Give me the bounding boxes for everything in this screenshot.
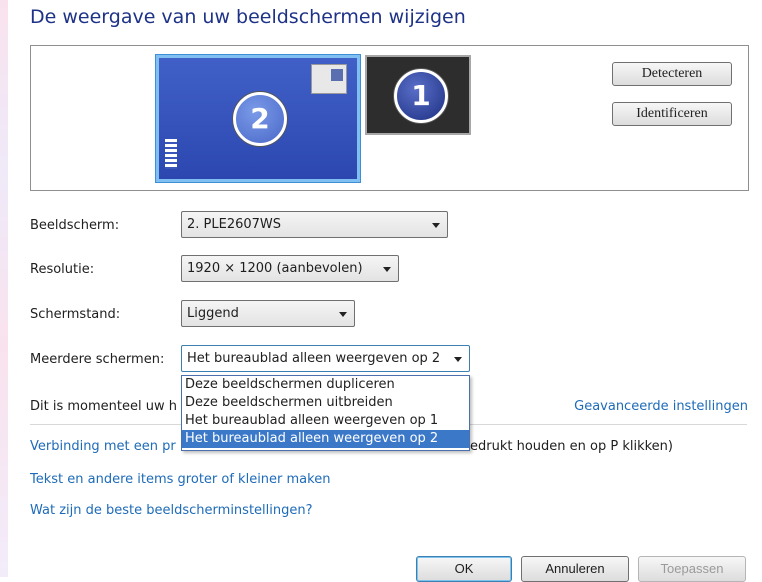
identify-button[interactable]: Identificeren bbox=[612, 102, 732, 126]
resolution-label: Resolutie: bbox=[30, 262, 95, 277]
dropdown-option-only-2[interactable]: Het bureaublad alleen weergeven op 2 bbox=[182, 430, 469, 448]
resolution-select[interactable]: 1920 × 1200 (aanbevolen) bbox=[181, 255, 399, 282]
multiple-displays-dropdown: Deze beeldschermen dupliceren Deze beeld… bbox=[181, 375, 470, 451]
chevron-down-icon bbox=[383, 267, 391, 272]
current-display-status: Dit is momenteel uw h bbox=[30, 399, 177, 414]
apply-button[interactable]: Toepassen bbox=[638, 556, 746, 582]
monitor-preview-area: 2 1 Detecteren Identificeren bbox=[30, 45, 749, 191]
sidebar-thumbnail-icon bbox=[165, 139, 177, 169]
ok-button[interactable]: OK bbox=[416, 556, 512, 582]
left-edge-decoration bbox=[0, 0, 8, 577]
chevron-down-icon bbox=[454, 357, 462, 362]
monitor-2-number: 2 bbox=[233, 92, 287, 146]
dropdown-option-only-1[interactable]: Het bureaublad alleen weergeven op 1 bbox=[182, 412, 469, 430]
monitor-1-thumbnail[interactable]: 1 bbox=[365, 55, 471, 135]
chevron-down-icon bbox=[339, 312, 347, 317]
display-label: Beeldscherm: bbox=[30, 218, 120, 233]
window-thumbnail-icon bbox=[311, 64, 347, 94]
multiple-displays-select[interactable]: Het bureaublad alleen weergeven op 2 bbox=[181, 345, 470, 372]
chevron-down-icon bbox=[432, 223, 440, 228]
orientation-label: Schermstand: bbox=[30, 307, 121, 322]
best-settings-link[interactable]: Wat zijn de beste beeldscherminstellinge… bbox=[30, 503, 313, 518]
projector-link-tail: edrukt houden en op P klikken) bbox=[470, 439, 673, 454]
resolution-select-value: 1920 × 1200 (aanbevolen) bbox=[187, 261, 363, 276]
cancel-button[interactable]: Annuleren bbox=[521, 556, 629, 582]
detect-button[interactable]: Detecteren bbox=[612, 62, 732, 86]
multiple-displays-label: Meerdere schermen: bbox=[30, 352, 165, 367]
advanced-settings-link[interactable]: Geavanceerde instellingen bbox=[574, 399, 748, 414]
display-select[interactable]: 2. PLE2607WS bbox=[181, 211, 448, 238]
dropdown-option-duplicate[interactable]: Deze beeldschermen dupliceren bbox=[182, 376, 469, 394]
multiple-displays-select-value: Het bureaublad alleen weergeven op 2 bbox=[187, 351, 441, 366]
monitor-2-thumbnail[interactable]: 2 bbox=[156, 55, 360, 182]
dropdown-option-extend[interactable]: Deze beeldschermen uitbreiden bbox=[182, 394, 469, 412]
orientation-select-value: Liggend bbox=[187, 306, 239, 321]
page-title: De weergave van uw beeldschermen wijzige… bbox=[30, 6, 466, 28]
text-size-link[interactable]: Tekst en andere items groter of kleiner … bbox=[30, 472, 330, 487]
projector-link[interactable]: Verbinding met een pr bbox=[30, 439, 176, 454]
monitor-1-number: 1 bbox=[394, 69, 448, 123]
orientation-select[interactable]: Liggend bbox=[181, 300, 355, 327]
display-select-value: 2. PLE2607WS bbox=[187, 217, 282, 232]
